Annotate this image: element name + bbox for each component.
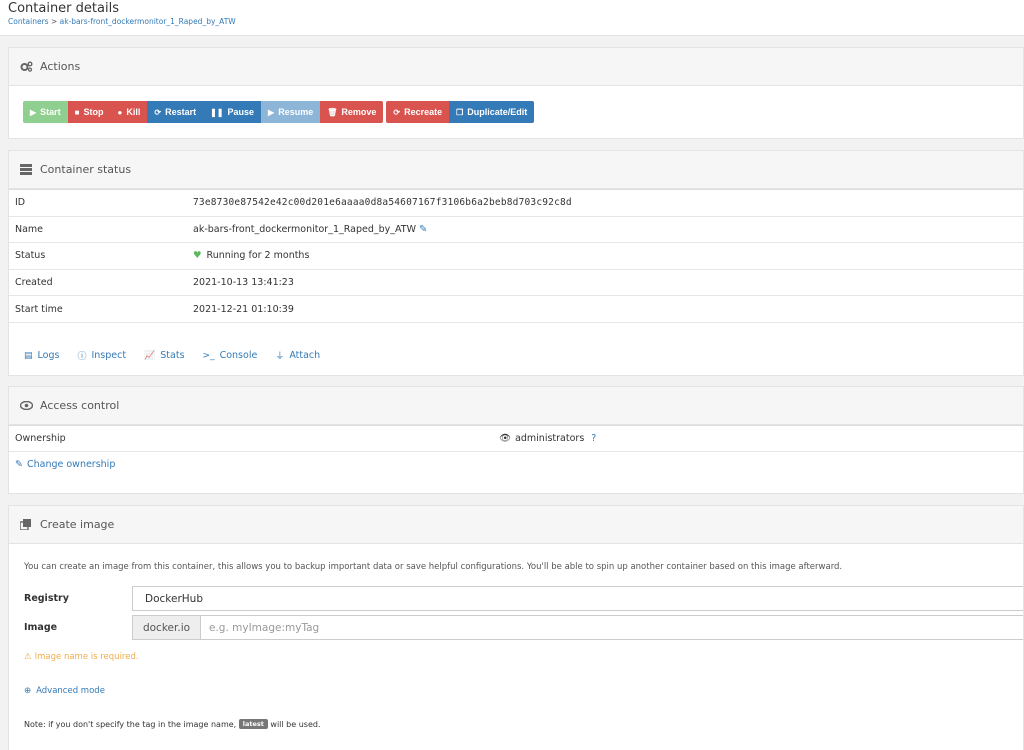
refresh-icon: ⟳	[154, 107, 162, 117]
action-buttons: ▶ Start ■ Stop ● Kill ⟳ Restart ❚❚ Pause ▶ Res…	[23, 101, 537, 123]
recreate-button-group: ⟳ Recreate ❐ Duplicate/Edit	[386, 101, 535, 123]
status-value: Running for 2 months	[206, 250, 310, 262]
remove-button[interactable]: 🗑 Remove	[320, 101, 384, 123]
edit-icon[interactable]: ✎	[419, 224, 427, 235]
registry-row: Registry DockerHub	[9, 586, 1023, 611]
created-value: 2021-10-13 13:41:23	[187, 268, 1023, 296]
create-image-title: Create image	[40, 518, 115, 531]
create-image-widget: Create image You can create an image fro…	[8, 505, 1024, 750]
create-image-help: You can create an image from this contai…	[24, 562, 843, 572]
file-icon: ▤	[24, 350, 33, 361]
stats-link[interactable]: 📈 Stats	[144, 336, 184, 375]
area-chart-icon: 📈	[144, 350, 156, 361]
start-time-value: 2021-12-21 01:10:39	[187, 295, 1023, 322]
page-header: Container details Containers > ak-bars-f…	[0, 0, 1024, 36]
table-row: ID 73e8730e87542e42c00d201e6aaaa0d8a5460…	[9, 189, 1023, 216]
actions-widget: Actions ▶ Start ■ Stop ● Kill ⟳ Restart ❚❚ Pa…	[8, 47, 1024, 139]
page-title: Container details	[8, 1, 119, 16]
globe-icon: ⊕	[24, 686, 32, 696]
tag-note: Note: if you don't specify the tag in th…	[24, 719, 321, 729]
name-label: Name	[9, 215, 187, 243]
edit-icon: ✎	[15, 459, 23, 470]
plug-icon: ⏚	[275, 352, 285, 362]
start-button[interactable]: ▶ Start	[23, 101, 68, 123]
play-icon: ▶	[30, 107, 37, 117]
image-name-placeholder: e.g. myImage:myTag	[209, 621, 320, 634]
duplicate-edit-button[interactable]: ❐ Duplicate/Edit	[449, 101, 535, 123]
play-icon: ▶	[268, 107, 275, 117]
status-label: Status	[9, 242, 187, 269]
copy-icon: ❐	[456, 107, 464, 117]
resume-button[interactable]: ▶ Resume	[261, 101, 321, 123]
create-image-header: Create image	[9, 506, 1023, 544]
registry-select[interactable]: DockerHub	[132, 586, 1023, 611]
ownership-label: Ownership	[15, 433, 66, 444]
image-registry-prefix: docker.io	[132, 615, 200, 640]
name-cell: ak-bars-front_dockermonitor_1_Raped_by_A…	[187, 215, 1023, 243]
ownership-value: 👁 administrators ?	[499, 433, 597, 444]
kill-button[interactable]: ● Kill	[110, 101, 148, 123]
bomb-icon: ●	[117, 107, 123, 117]
stop-icon: ■	[74, 107, 80, 117]
pause-button[interactable]: ❚❚ Pause	[203, 101, 262, 123]
cogs-icon	[20, 61, 34, 72]
logs-link[interactable]: ▤ Logs	[24, 336, 59, 375]
table-row: Status ♥ Running for 2 months	[9, 242, 1023, 269]
advanced-mode-row: ⊕ Advanced mode	[24, 686, 105, 696]
advanced-mode-link[interactable]: ⊕ Advanced mode	[24, 686, 105, 696]
question-circle-icon[interactable]: ?	[591, 433, 596, 444]
start-time-label: Start time	[9, 295, 187, 322]
image-warning: ⚠ Image name is required.	[24, 652, 139, 662]
terminal-icon: >_	[202, 350, 215, 361]
clone-icon	[20, 519, 34, 530]
heartbeat-icon: ♥	[193, 250, 202, 262]
registry-label: Registry	[24, 593, 69, 604]
recreate-button[interactable]: ⟳ Recreate	[386, 101, 450, 123]
stop-button[interactable]: ■ Stop	[67, 101, 111, 123]
ownership-row: Ownership 👁 administrators ?	[9, 425, 1023, 451]
table-row: Name ak-bars-front_dockermonitor_1_Raped…	[9, 215, 1023, 243]
id-label: ID	[9, 189, 187, 216]
server-icon	[20, 164, 34, 175]
eye-icon	[20, 401, 34, 410]
restart-button[interactable]: ⟳ Restart	[147, 101, 204, 123]
name-value: ak-bars-front_dockermonitor_1_Raped_by_A…	[193, 223, 416, 235]
inspect-link[interactable]: ⓘ Inspect	[77, 336, 126, 375]
warning-icon: ⚠	[24, 652, 32, 662]
image-name-input[interactable]: e.g. myImage:myTag	[200, 615, 1023, 640]
image-row: Image docker.io e.g. myImage:myTag	[9, 615, 1023, 640]
actions-header: Actions	[9, 48, 1023, 86]
breadcrumb-separator: >	[50, 17, 58, 26]
container-status-header: Container status	[9, 151, 1023, 189]
breadcrumb-current[interactable]: ak-bars-front_dockermonitor_1_Raped_by_A…	[60, 17, 236, 26]
status-cell: ♥ Running for 2 months	[187, 242, 1023, 269]
lifecycle-button-group: ▶ Start ■ Stop ● Kill ⟳ Restart ❚❚ Pause ▶ Res…	[23, 101, 384, 123]
status-table: ID 73e8730e87542e42c00d201e6aaaa0d8a5460…	[9, 189, 1023, 322]
latest-badge: latest	[238, 719, 268, 729]
breadcrumb: Containers > ak-bars-front_dockermonitor…	[8, 17, 1016, 27]
table-row: Created 2021-10-13 13:41:23	[9, 268, 1023, 296]
change-ownership-row: ✎ Change ownership	[9, 451, 1023, 470]
container-status-title: Container status	[40, 163, 132, 176]
access-control-title: Access control	[40, 399, 120, 412]
refresh-icon: ⟳	[393, 107, 401, 117]
access-control-widget: Access control Ownership 👁 administrators…	[8, 386, 1024, 494]
breadcrumb-containers-link[interactable]: Containers	[8, 17, 49, 26]
table-row: Start time 2021-12-21 01:10:39	[9, 295, 1023, 322]
container-status-widget: Container status ID 73e8730e87542e42c00d…	[8, 150, 1024, 376]
id-value: 73e8730e87542e42c00d201e6aaaa0d8a5460716…	[187, 189, 1023, 216]
trash-icon: 🗑	[327, 107, 338, 117]
actions-title: Actions	[40, 60, 81, 73]
console-link[interactable]: >_ Console	[203, 336, 258, 375]
pause-icon: ❚❚	[210, 107, 224, 117]
access-control-header: Access control	[9, 387, 1023, 425]
change-ownership-link[interactable]: ✎ Change ownership	[15, 459, 115, 470]
container-links: ▤ Logs ⓘ Inspect 📈 Stats >_ Console ⏚ Attach	[9, 322, 1023, 375]
created-label: Created	[9, 268, 187, 296]
attach-link[interactable]: ⏚ Attach	[275, 336, 320, 375]
info-circle-icon: ⓘ	[77, 352, 87, 362]
eye-icon: 👁	[499, 433, 512, 444]
image-label: Image	[24, 622, 58, 633]
